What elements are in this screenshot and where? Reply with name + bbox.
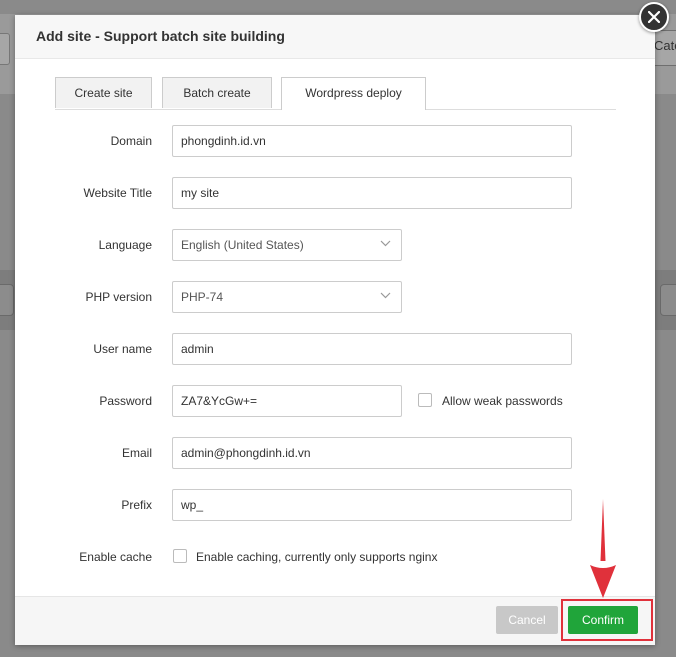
enable-cache-label: Enable cache — [79, 550, 152, 564]
php-version-label: PHP version — [85, 290, 152, 304]
modal-footer — [15, 596, 655, 645]
user-name-label: User name — [93, 342, 152, 356]
add-site-modal: Add site - Support batch site building C… — [15, 2, 669, 645]
cancel-button[interactable]: Cancel — [496, 606, 558, 634]
website-title-label: Website Title — [83, 186, 152, 200]
php-version-select[interactable]: PHP-74 — [172, 281, 402, 313]
prefix-label: Prefix — [121, 498, 152, 512]
modal-header: Add site - Support batch site building — [15, 15, 655, 59]
red-arrow-annotation — [590, 499, 616, 598]
background-category-text: Categ — [654, 38, 676, 53]
background-prev-button — [0, 284, 14, 316]
email-label: Email — [121, 446, 152, 460]
domain-label: Domain — [110, 134, 152, 148]
tab-wordpress-deploy[interactable]: Wordpress deploy — [281, 77, 426, 110]
language-label: Language — [98, 238, 152, 252]
close-button[interactable] — [639, 2, 669, 32]
confirm-highlight-annotation — [561, 599, 653, 641]
close-icon — [648, 11, 660, 23]
language-select[interactable]: English (United States) — [172, 229, 402, 261]
password-input[interactable]: ZA7&YcGw+= — [172, 385, 402, 417]
chevron-down-icon — [380, 240, 391, 247]
password-label: Password — [99, 394, 152, 408]
language-select-value: English (United States) — [181, 238, 304, 252]
email-input[interactable]: admin@phongdinh.id.vn — [172, 437, 572, 469]
prefix-input[interactable]: wp_ — [172, 489, 572, 521]
background-next-button — [660, 284, 676, 316]
modal-title: Add site - Support batch site building — [36, 28, 285, 44]
background-button — [0, 33, 10, 65]
tab-create-site[interactable]: Create site — [55, 77, 152, 108]
allow-weak-passwords-checkbox[interactable] — [418, 393, 432, 407]
allow-weak-passwords-label: Allow weak passwords — [442, 394, 563, 408]
domain-input[interactable]: phongdinh.id.vn — [172, 125, 572, 157]
chevron-down-icon — [380, 292, 391, 299]
tab-batch-create[interactable]: Batch create — [162, 77, 272, 108]
php-version-select-value: PHP-74 — [181, 290, 224, 304]
enable-cache-checkbox[interactable] — [173, 549, 187, 563]
website-title-input[interactable]: my site — [172, 177, 572, 209]
tab-bar: Create site Batch create Wordpress deplo… — [55, 77, 616, 110]
enable-cache-checkbox-label: Enable caching, currently only supports … — [196, 550, 438, 564]
user-name-input[interactable]: admin — [172, 333, 572, 365]
